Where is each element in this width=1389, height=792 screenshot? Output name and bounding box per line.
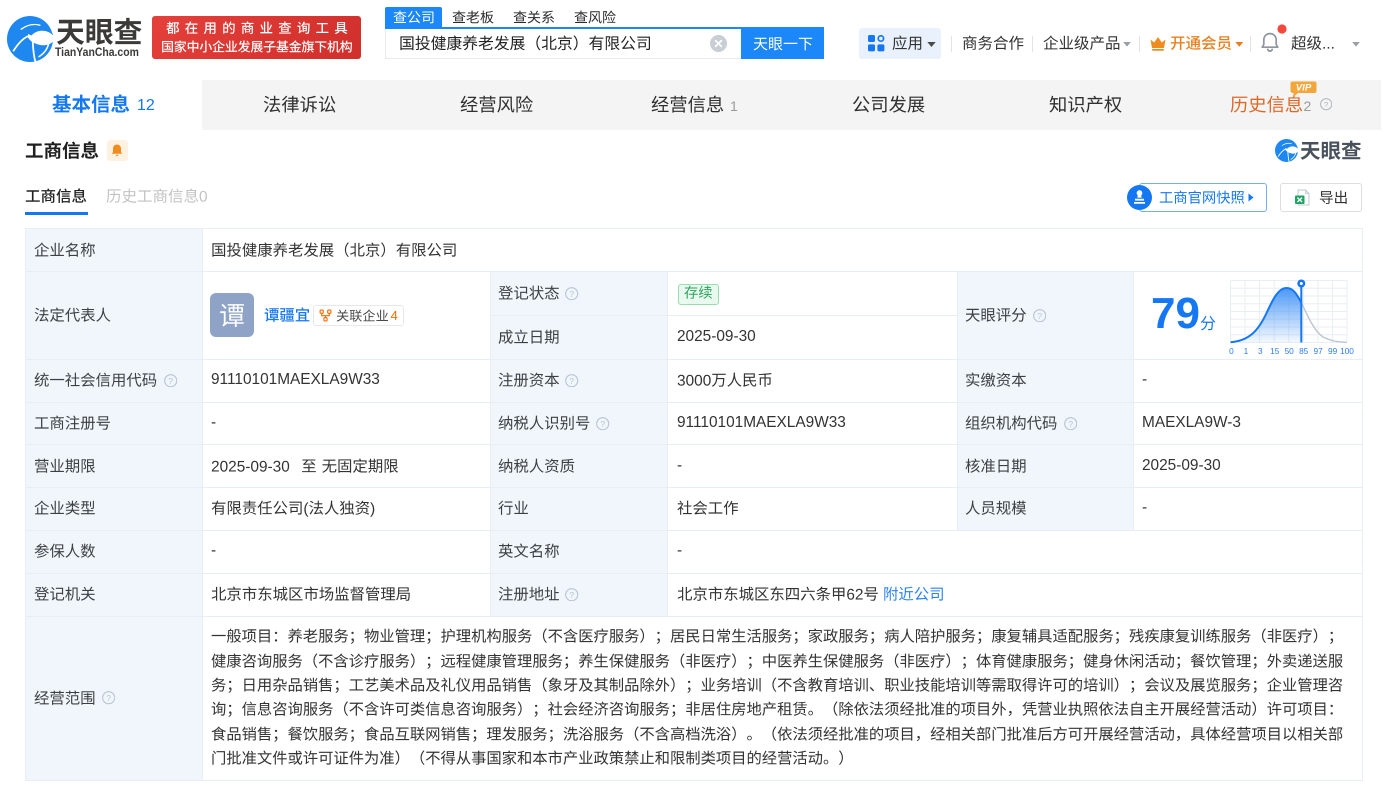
svg-text:VIP: VIP [1296,83,1312,94]
svg-text:?: ? [570,289,575,299]
svg-text:?: ? [570,590,575,600]
svg-text:?: ? [168,376,173,386]
svg-text:?: ? [601,418,606,428]
svg-text:?: ? [1324,100,1329,109]
svg-text:?: ? [106,693,111,703]
svg-text:?: ? [1037,310,1042,320]
svg-text:?: ? [570,376,575,386]
svg-text:?: ? [1068,418,1073,428]
